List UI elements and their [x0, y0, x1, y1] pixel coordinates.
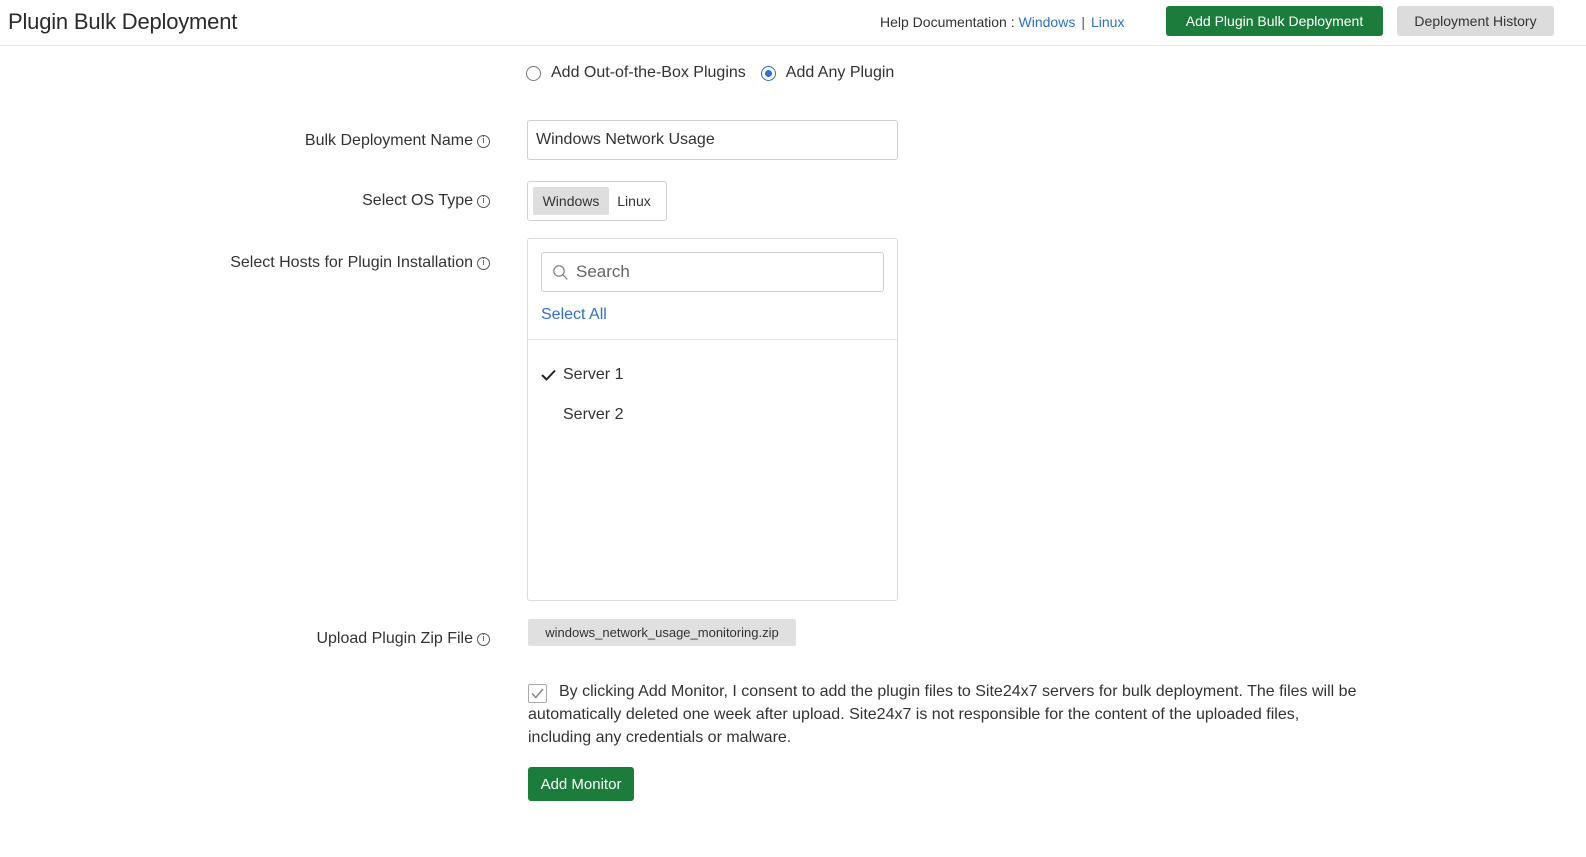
info-circle-icon[interactable]: i	[477, 194, 490, 208]
upload-label: Upload Plugin Zip File i	[316, 630, 490, 648]
radio-label-out-of-the-box[interactable]: Add Out-of-the-Box Plugins	[551, 64, 746, 82]
bulk-deployment-name-label-text: Bulk Deployment Name	[304, 132, 473, 149]
checkmark-icon	[531, 688, 544, 699]
host-search-box	[541, 252, 884, 292]
bulk-deployment-name-input[interactable]	[527, 120, 898, 160]
consent-checkbox[interactable]	[528, 684, 547, 703]
search-icon	[553, 265, 568, 280]
host-item-server-1[interactable]: Server 1	[541, 363, 623, 387]
add-monitor-button[interactable]: Add Monitor	[528, 767, 634, 801]
bulk-deployment-name-label: Bulk Deployment Name i	[305, 132, 490, 150]
info-circle-icon[interactable]: i	[477, 632, 490, 646]
host-name: Server 1	[563, 366, 624, 383]
host-item-server-2[interactable]: Server 2	[541, 403, 623, 427]
os-option-windows[interactable]: Windows	[533, 187, 609, 215]
uploaded-file-chip[interactable]: windows_network_usage_monitoring.zip	[528, 619, 796, 646]
hosts-divider	[528, 339, 897, 340]
host-search-input[interactable]	[574, 253, 874, 291]
radio-out-of-the-box[interactable]	[526, 65, 541, 81]
os-type-label: Select OS Type i	[362, 192, 490, 210]
help-separator: |	[1081, 14, 1085, 30]
plugin-type-radio-group: Add Out-of-the-Box Plugins Add Any Plugi…	[526, 64, 909, 82]
upload-label-text: Upload Plugin Zip File	[316, 630, 473, 647]
help-link-windows[interactable]: Windows	[1019, 14, 1076, 30]
page-header: Plugin Bulk Deployment Help Documentatio…	[0, 0, 1586, 46]
os-type-label-text: Select OS Type	[362, 192, 473, 209]
radio-label-any-plugin[interactable]: Add Any Plugin	[786, 64, 895, 82]
info-circle-icon[interactable]: i	[477, 256, 490, 270]
help-link-linux[interactable]: Linux	[1091, 14, 1124, 30]
hosts-label-text: Select Hosts for Plugin Installation	[230, 254, 473, 271]
os-type-toggle: Windows Linux	[527, 181, 667, 221]
host-name: Server 2	[563, 406, 624, 423]
info-circle-icon[interactable]: i	[477, 134, 490, 148]
help-label: Help Documentation :	[880, 14, 1015, 30]
hosts-label: Select Hosts for Plugin Installation i	[230, 254, 490, 272]
hosts-selector: Select All Server 1 Server 2	[527, 238, 898, 601]
select-all-link[interactable]: Select All	[541, 306, 607, 324]
add-plugin-bulk-deployment-button[interactable]: Add Plugin Bulk Deployment	[1166, 6, 1383, 36]
help-documentation: Help Documentation : Windows | Linux	[880, 14, 1124, 30]
deployment-history-button[interactable]: Deployment History	[1397, 6, 1554, 36]
checkmark-icon	[541, 369, 563, 381]
page-title: Plugin Bulk Deployment	[8, 9, 238, 34]
consent-text: By clicking Add Monitor, I consent to ad…	[528, 683, 1357, 746]
os-option-linux[interactable]: Linux	[609, 187, 659, 215]
radio-any-plugin[interactable]	[760, 65, 776, 81]
